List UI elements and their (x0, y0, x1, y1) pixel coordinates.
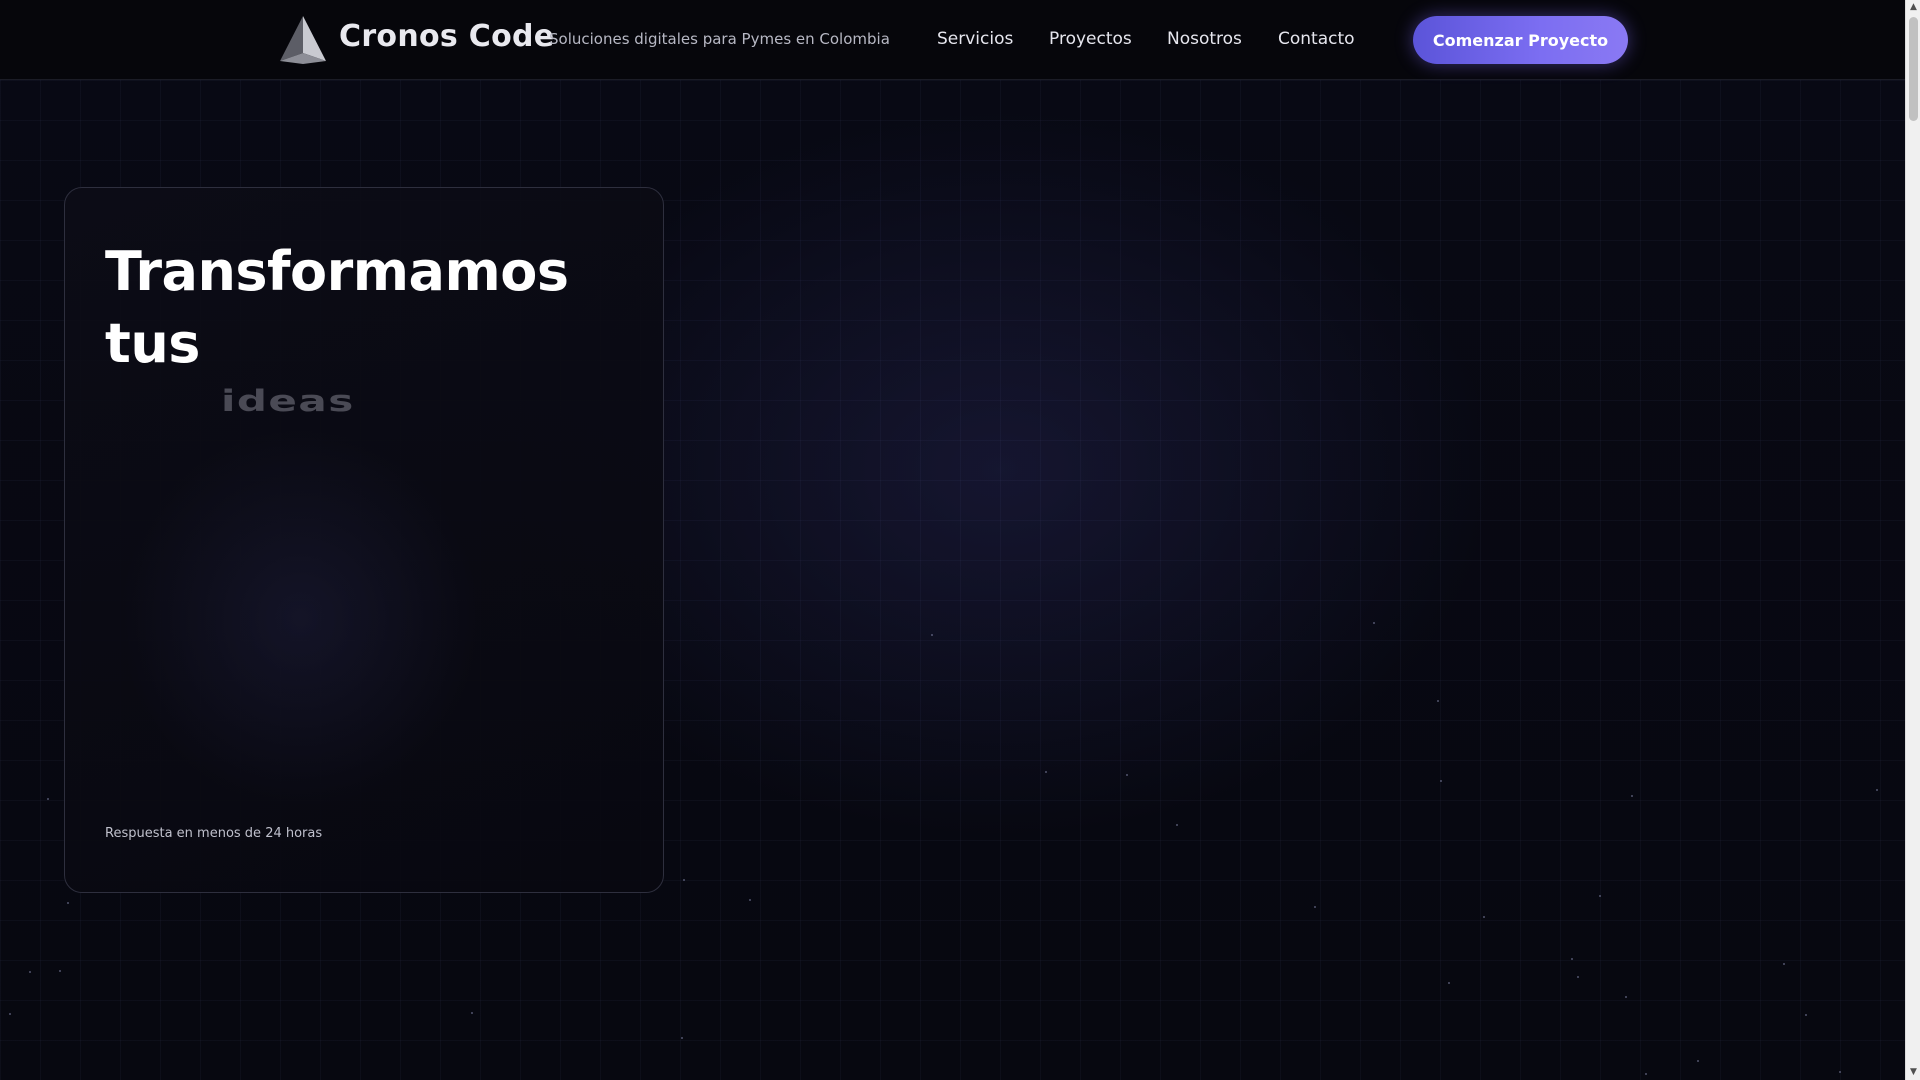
hero-title: Transformamos tus (105, 240, 569, 375)
page-scrollbar[interactable]: ▲ ▼ (1905, 0, 1920, 1080)
scroll-up-arrow-icon[interactable]: ▲ (1906, 0, 1920, 15)
nav-link-servicios[interactable]: Servicios (937, 29, 1013, 49)
site-header: Cronos Code Soluciones digitales para Py… (0, 0, 1905, 80)
nav-link-contacto[interactable]: Contacto (1278, 29, 1355, 49)
pyramid-logo-icon[interactable] (277, 15, 329, 65)
start-project-button[interactable]: Comenzar Proyecto (1413, 16, 1628, 64)
hero-glow (120, 428, 480, 808)
nav-link-nosotros[interactable]: Nosotros (1167, 29, 1242, 49)
brand-tagline: Soluciones digitales para Pymes en Colom… (549, 30, 890, 48)
brand-name[interactable]: Cronos Code (339, 19, 554, 54)
start-project-button-label: Comenzar Proyecto (1432, 30, 1609, 50)
scroll-down-arrow-icon[interactable]: ▼ (1906, 1065, 1920, 1080)
scroll-thumb[interactable] (1909, 17, 1918, 121)
page: Cronos Code Soluciones digitales para Py… (0, 0, 1920, 1080)
hero-response-note: Respuesta en menos de 24 horas (105, 826, 323, 841)
hero-card: Transformamos tus ideas Respuesta en men… (64, 187, 664, 893)
nav-link-proyectos[interactable]: Proyectos (1049, 29, 1132, 49)
hero-rotating-word: ideas (221, 384, 355, 418)
